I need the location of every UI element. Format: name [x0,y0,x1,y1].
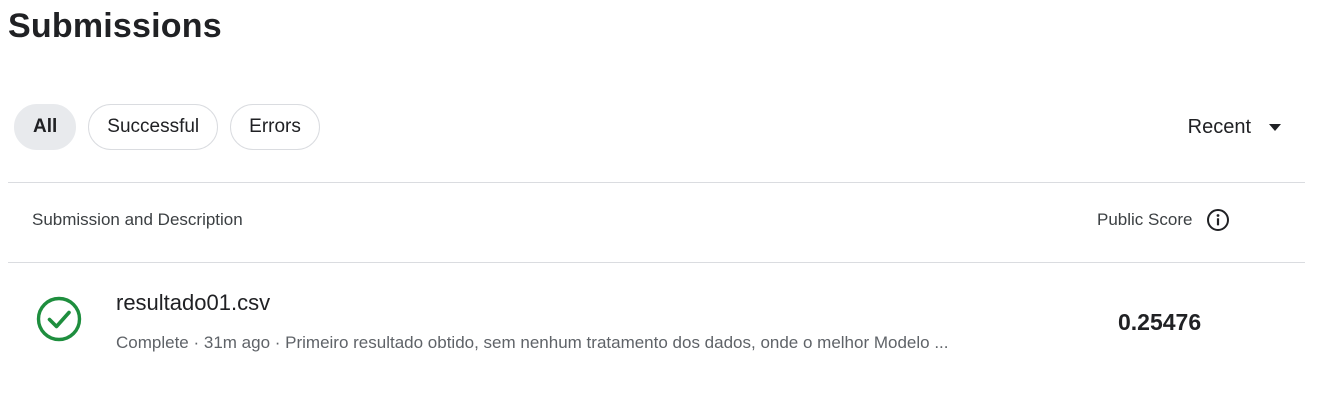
check-circle-icon [36,296,82,342]
submissions-page: Submissions All Successful Errors Recent… [0,0,1321,409]
filter-all-chip[interactable]: All [14,104,77,150]
filter-errors-chip[interactable]: Errors [230,104,320,150]
filter-successful-chip[interactable]: Successful [88,104,219,150]
column-header-score-label: Public Score [1097,210,1193,229]
filter-chips: All Successful Errors [14,104,320,150]
column-header-submission: Submission and Description [32,210,243,229]
sort-selected-label: Recent [1187,115,1251,138]
info-icon[interactable] [1206,208,1230,232]
sort-dropdown[interactable]: Recent [1188,112,1281,142]
divider [8,262,1305,263]
public-score-value: 0.25476 [1118,309,1202,335]
divider [8,182,1305,183]
submission-description: Complete · 31m ago · Primeiro resultado … [116,333,949,352]
caret-down-icon [1269,123,1281,131]
column-header-score: Public Score [1097,208,1230,232]
submission-file-name[interactable]: resultado01.csv [116,290,270,316]
page-title: Submissions [8,7,222,45]
